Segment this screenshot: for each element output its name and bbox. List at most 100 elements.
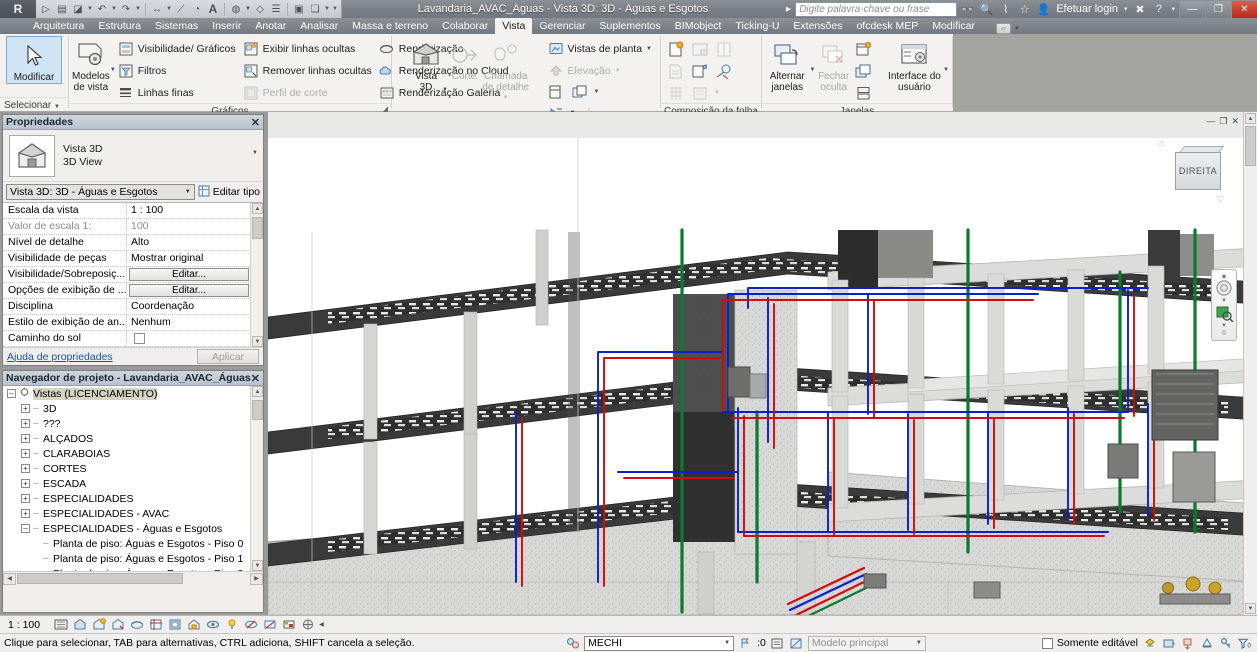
tab-colaborar[interactable]: Colaborar <box>435 18 495 34</box>
chevron-down-icon[interactable]: ▼ <box>442 87 448 93</box>
view-cube-arrow-icon[interactable]: ▽ <box>1217 194 1224 205</box>
chevron-down-icon[interactable]: ▼ <box>252 150 258 156</box>
new-sheet-icon[interactable] <box>666 40 686 59</box>
tab-estrutura[interactable]: Estrutura <box>91 18 148 34</box>
property-value[interactable]: Mostrar original <box>127 251 263 266</box>
filter-count-icon[interactable]: 0 <box>1237 636 1252 651</box>
analytical-model-icon[interactable] <box>262 617 278 632</box>
property-value[interactable]: Nenhum <box>127 315 263 330</box>
tree-horizontal-scrollbar[interactable]: ◀ ▶ <box>3 571 263 585</box>
sync-icon[interactable]: ◪ <box>70 1 86 17</box>
design-options-icon[interactable] <box>770 636 785 651</box>
tree-node-especialidades[interactable]: + – ESPECIALIDADES <box>3 491 263 506</box>
chevron-down-icon[interactable]: ▼ <box>185 189 191 195</box>
property-value[interactable]: Coordenação <box>127 299 263 314</box>
properties-scrollbar[interactable]: ▲ ▼ <box>250 203 263 347</box>
tab-extensoes[interactable]: Extensões <box>786 18 849 34</box>
select-links-icon[interactable] <box>1199 636 1214 651</box>
tree-node-planta-piso-0[interactable]: – Planta de piso: Águas e Esgotos - Piso… <box>3 536 263 551</box>
property-row-nivel-de-detalhe[interactable]: Nível de detalhe Alto <box>3 235 263 251</box>
show-hidden-lines-button[interactable]: Exibir linhas ocultas <box>241 38 377 59</box>
scrollbar-thumb[interactable] <box>252 400 263 420</box>
collapse-icon[interactable]: – <box>21 524 30 533</box>
rendering-dialog-icon[interactable] <box>129 617 145 632</box>
crop-view-icon[interactable] <box>148 617 164 632</box>
3d-view-button[interactable]: Vista 3D <box>410 36 442 93</box>
property-value[interactable]: 1 : 100 <box>127 203 263 218</box>
navbar-pin-icon[interactable]: ◉ <box>1221 273 1226 280</box>
scroll-up-arrow[interactable]: ▲ <box>252 203 263 214</box>
sun-path-checkbox[interactable] <box>134 333 145 344</box>
new-window-icon[interactable] <box>854 40 874 59</box>
tree-node-planta-piso-2[interactable]: – Planta de piso: Águas e Esgotos - Piso… <box>3 566 263 572</box>
exclude-options-icon[interactable] <box>789 636 804 651</box>
undo-icon[interactable]: ↶ <box>94 1 110 17</box>
restore-button[interactable]: ❐ <box>1205 0 1231 18</box>
tab-modificar[interactable]: Modificar <box>925 18 982 34</box>
scroll-down-arrow[interactable]: ▼ <box>1245 603 1256 614</box>
edit-button[interactable]: Editar... <box>129 284 249 297</box>
chevron-down-icon[interactable]: ▼ <box>323 6 331 12</box>
ribbon-minimize-icon[interactable]: ▱ <box>995 23 1011 34</box>
matchline-icon[interactable] <box>690 62 710 81</box>
tab-suplementos[interactable]: Suplementos <box>592 18 667 34</box>
scroll-right-arrow[interactable]: ▶ <box>250 572 263 585</box>
expand-icon[interactable]: + <box>21 404 30 413</box>
tree-vertical-scrollbar[interactable]: ▲ ▼ <box>250 386 263 571</box>
chevron-down-icon[interactable]: ▼ <box>86 6 94 12</box>
search-expand-icon[interactable]: ▶ <box>784 5 793 13</box>
switch-windows-icon[interactable]: ❏ <box>307 1 323 17</box>
tree-node-unknown[interactable]: + – ??? <box>3 416 263 431</box>
chevron-down-icon[interactable]: ▼ <box>244 6 252 12</box>
scrollbar-thumb[interactable] <box>252 217 263 239</box>
scroll-down-arrow[interactable]: ▼ <box>252 560 263 571</box>
customize-qat-icon[interactable]: ▼ <box>331 6 339 12</box>
thin-lines-button[interactable]: Linhas finas <box>116 82 241 103</box>
3d-view-canvas[interactable]: — ❐ ✕ ⌂ DIREITA ▽ ◉ ▼ ▼ ◎ ▲ ▼ <box>268 112 1257 615</box>
autodesk-360-icon[interactable]: ✖ <box>1131 1 1148 18</box>
canvas-vertical-scrollbar[interactable]: ▲ ▼ <box>1243 112 1257 615</box>
properties-help-link[interactable]: Ajuda de propriedades <box>7 351 113 363</box>
view-cube[interactable]: ⌂ DIREITA ▽ <box>1159 138 1231 204</box>
thin-lines-icon[interactable]: ☰ <box>268 1 284 17</box>
scroll-left-arrow[interactable]: ◀ <box>3 572 16 585</box>
chevron-down-icon[interactable]: ▼ <box>718 640 730 646</box>
design-option-combo[interactable]: Modelo principal ▼ <box>807 635 926 651</box>
exchange-apps-icon[interactable]: ⌇ <box>997 1 1014 18</box>
scrollbar-thumb[interactable] <box>17 573 183 584</box>
edit-button[interactable]: Editar... <box>129 268 249 281</box>
minimize-button[interactable]: — <box>1179 0 1205 18</box>
expand-icon[interactable]: + <box>21 479 30 488</box>
duplicate-view-icon[interactable] <box>570 83 590 102</box>
workset-icon[interactable] <box>565 636 580 651</box>
property-row-caminho-do-sol[interactable]: Caminho do sol <box>3 331 263 347</box>
chevron-down-icon[interactable]: ▾ <box>1169 5 1177 13</box>
temporary-view-properties-icon[interactable] <box>243 617 259 632</box>
tab-massa-e-terreno[interactable]: Massa e terreno <box>345 18 435 34</box>
chevron-down-icon[interactable]: ▼ <box>110 6 118 12</box>
reveal-hidden-elements-icon[interactable] <box>224 617 240 632</box>
property-value[interactable]: Alto <box>127 235 263 250</box>
redo-icon[interactable]: ↷ <box>118 1 134 17</box>
editing-request-icon[interactable] <box>1161 636 1176 651</box>
tab-ofcdesk-mep[interactable]: ofcdesk MEP <box>849 18 925 34</box>
tree-node-planta-piso-1[interactable]: – Planta de piso: Águas e Esgotos - Piso… <box>3 551 263 566</box>
steering-wheel-icon[interactable] <box>1213 279 1235 297</box>
expand-icon[interactable]: + <box>21 494 30 503</box>
chevron-down-icon[interactable]: ▼ <box>646 46 652 52</box>
sign-in-label[interactable]: Efetuar login <box>1054 3 1120 15</box>
close-hidden-windows-icon[interactable]: ▣ <box>291 1 307 17</box>
view-scale-label[interactable]: 1 : 100 <box>8 619 50 631</box>
tab-sistemas[interactable]: Sistemas <box>148 18 205 34</box>
search-input[interactable]: Digite palavra-chave ou frase <box>795 1 958 17</box>
expand-icon[interactable]: + <box>21 419 30 428</box>
chevron-down-icon[interactable]: ▼ <box>910 640 922 646</box>
plan-views-button[interactable]: Vistas de planta ▼ <box>546 38 657 59</box>
close-button[interactable]: ✕ <box>1231 0 1257 18</box>
chevron-down-icon[interactable]: ▼ <box>943 67 949 73</box>
property-row-visibilidade-de-pecas[interactable]: Visibilidade de peças Mostrar original <box>3 251 263 267</box>
filter-exclude-options-icon[interactable] <box>1142 636 1157 651</box>
relinquish-icon[interactable] <box>1180 636 1195 651</box>
scroll-up-arrow[interactable]: ▲ <box>1245 113 1256 124</box>
tag-icon[interactable]: ◔ <box>189 1 205 17</box>
